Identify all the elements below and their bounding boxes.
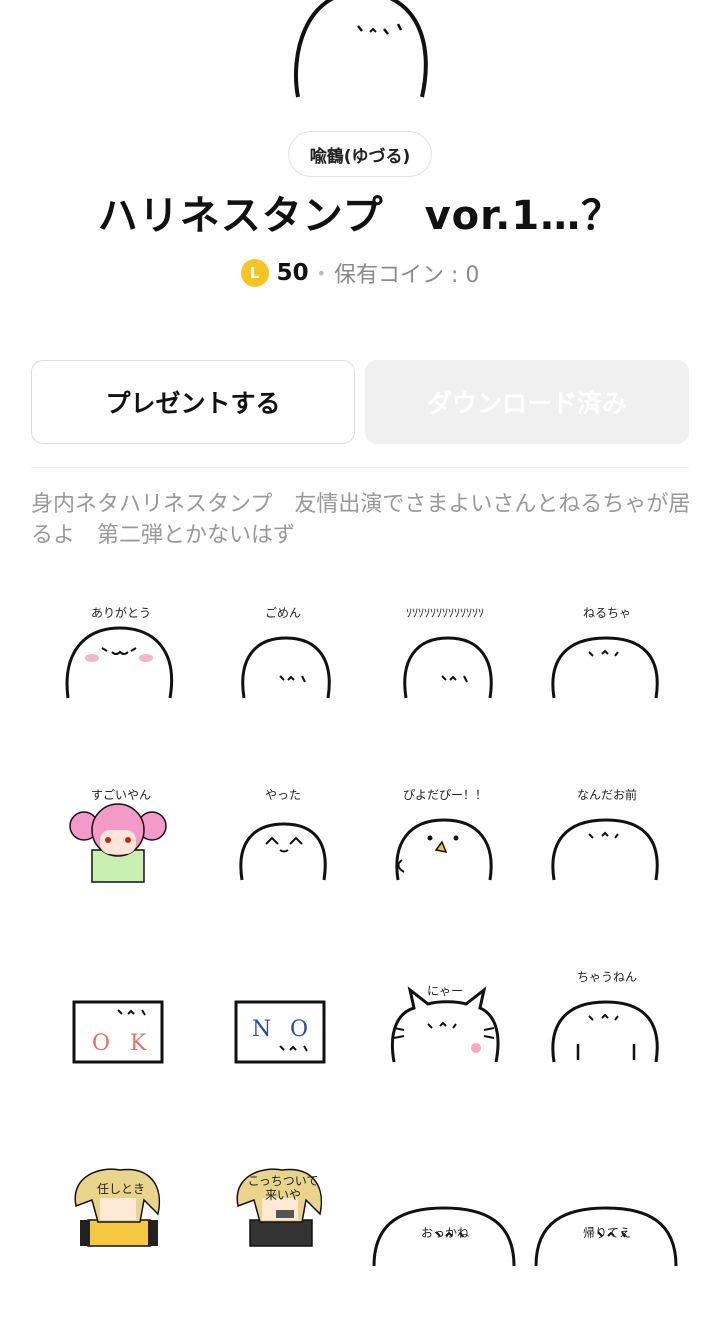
svg-text:O: O [92,1031,110,1056]
sticker-caption: こっちついて 来いや [247,1174,319,1202]
sticker-caption: なんだお前 [576,788,637,802]
sticker-caption: 帰りてえ [582,1226,631,1240]
sticker-item[interactable]: こっちついて 来いや [202,1136,364,1318]
svg-text:O: O [290,1017,308,1042]
sticker-item[interactable]: ｿｿｿｿｿｿｿｿｿｿｿｿｿ [364,590,526,772]
sticker-caption: おっかね [420,1226,469,1240]
sticker-item[interactable]: N O [202,954,364,1136]
sticker-item[interactable]: O K [40,954,202,1136]
owned-coins-label: 保有コイン : 0 [334,263,480,288]
price-row: L 50 • 保有コイン : 0 [0,255,720,291]
price-amount: 50 [276,260,309,286]
sticker-item[interactable]: やった [202,772,364,954]
sticker-caption: にゃー [426,984,463,998]
sticker-grid: ありがとう ごめん ｿｿｿｿｿｿｿｿｿｿｿｿｿ ねるちゃ すごいやん やった ぴよ… [40,590,688,1280]
sticker-item[interactable]: にゃー [364,954,526,1136]
sticker-item[interactable]: 帰りてえ [526,1136,688,1318]
separator-dot: • [316,263,327,283]
hero-sticker-image [280,0,440,100]
sticker-item[interactable]: ぴよだぴー！！ [364,772,526,954]
sticker-caption: ねるちゃ [582,606,631,620]
sticker-caption: やった [264,788,301,802]
coin-icon: L [240,259,269,287]
sticker-caption: ありがとう [90,606,151,620]
sticker-item[interactable]: おっかね [364,1136,526,1318]
sticker-caption: ｿｿｿｿｿｿｿｿｿｿｿｿｿ [405,606,484,620]
sticker-item[interactable]: すごいやん [40,772,202,954]
svg-text:K: K [130,1031,147,1056]
description: 身内ネタハリネスタンプ 友情出演でさまよいさんとねるちゃが居るよ 第二弾とかない… [31,492,691,548]
sticker-item[interactable]: 任しとき [40,1136,202,1318]
sticker-caption: すごいやん [90,788,151,802]
sticker-item[interactable]: ごめん [202,590,364,772]
svg-text:N: N [252,1017,271,1042]
present-button[interactable]: プレゼントする [31,360,355,444]
author-chip[interactable]: 喩鶴(ゆづる) [288,131,432,177]
sticker-item[interactable]: ちゃうねん [526,954,688,1136]
sticker-item[interactable]: なんだお前 [526,772,688,954]
sticker-item[interactable]: ねるちゃ [526,590,688,772]
divider [31,467,689,468]
page-title: ハリネスタンプ vor.1…？ [97,193,623,239]
sticker-caption: ぴよだぴー！！ [402,788,487,802]
sticker-caption: ごめん [264,606,301,620]
sticker-item[interactable]: ありがとう [40,590,202,772]
download-button-disabled[interactable]: ダウンロード済み [365,360,689,444]
sticker-caption: 任しとき [96,1182,145,1196]
sticker-caption: ちゃうねん [576,970,637,984]
